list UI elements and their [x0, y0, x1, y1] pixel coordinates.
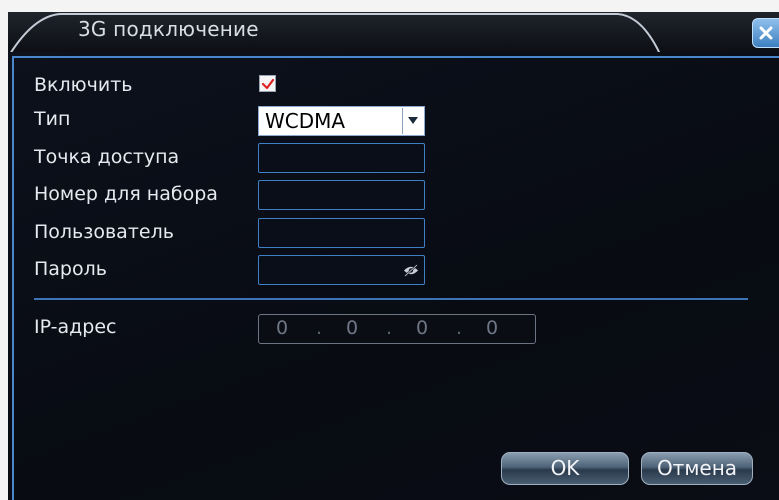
ip-octet-2: 0 [346, 317, 359, 339]
ip-octet-1: 0 [276, 317, 289, 339]
type-select-arrow[interactable] [402, 108, 423, 134]
cancel-button[interactable]: Отмена [641, 452, 753, 485]
type-select[interactable]: WCDMA [258, 106, 425, 136]
ip-octet-3: 0 [416, 317, 429, 339]
ip-address-field: 0 . 0 . 0 . 0 [258, 314, 536, 344]
password-label: Пароль [34, 258, 107, 280]
ip-address-label: IP-адрес [34, 316, 117, 338]
dial-number-label: Номер для набора [34, 183, 218, 205]
checkmark-icon [261, 78, 275, 90]
section-divider [34, 298, 748, 300]
user-input[interactable] [258, 218, 425, 248]
user-label: Пользователь [34, 221, 174, 243]
password-input[interactable] [258, 255, 425, 285]
3g-connection-dialog: 3G подключение Включить Тип WCDMA Точка … [0, 0, 779, 500]
chevron-down-icon [408, 117, 418, 124]
close-button[interactable] [752, 18, 779, 48]
type-select-value: WCDMA [265, 109, 346, 133]
enable-label: Включить [34, 74, 133, 96]
ip-octet-4: 0 [486, 317, 499, 339]
apn-input[interactable] [258, 143, 425, 173]
ip-separator: . [386, 317, 393, 339]
ip-separator: . [456, 317, 463, 339]
ok-button[interactable]: OK [501, 452, 629, 485]
eye-hidden-icon[interactable] [403, 264, 419, 277]
close-icon [759, 26, 773, 40]
dialog-title: 3G подключение [78, 17, 259, 41]
ip-separator: . [316, 317, 323, 339]
enable-checkbox[interactable] [259, 75, 276, 92]
dial-number-input[interactable] [258, 180, 425, 210]
type-label: Тип [34, 108, 71, 130]
apn-label: Точка доступа [34, 146, 180, 168]
